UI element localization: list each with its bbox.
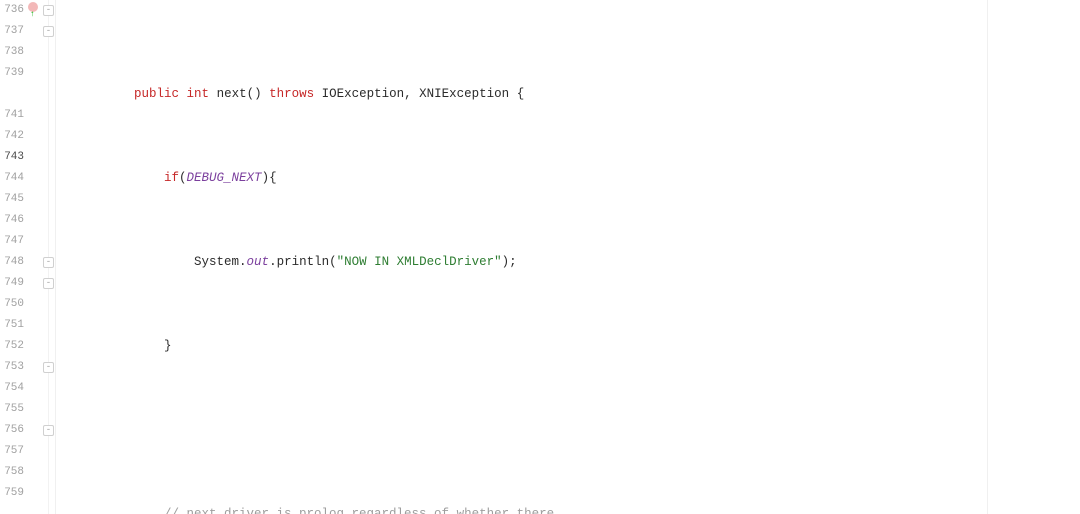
line-number[interactable]: 736 [0,0,24,21]
line-number[interactable]: 749 [0,273,24,294]
code-line[interactable]: if(DEBUG_NEXT){ [56,168,1080,189]
line-number-current[interactable]: 743 [0,147,24,168]
keyword: throws [269,87,314,101]
line-number[interactable]: 758 [0,462,24,483]
method-call: .println( [269,255,337,269]
line-number[interactable]: 747 [0,231,24,252]
type-name: XNIException [419,87,509,101]
keyword: int [187,87,210,101]
comment: // next driver is prolog regardless of w… [164,507,554,514]
line-number[interactable]: 755 [0,399,24,420]
run-marker-icon: ↑ [30,4,35,25]
paren: ); [502,255,517,269]
line-number[interactable]: 745 [0,189,24,210]
keyword: public [134,87,179,101]
paren: ( [179,171,187,185]
field: out [247,255,270,269]
code-line[interactable]: System.out.println("NOW IN XMLDeclDriver… [56,252,1080,273]
keyword: if [164,171,179,185]
line-number[interactable]: 750 [0,294,24,315]
constant: DEBUG_NEXT [187,171,262,185]
line-number[interactable]: 742 [0,126,24,147]
line-number[interactable]: 737 [0,21,24,42]
fold-toggle-icon[interactable]: - [43,362,54,373]
fold-toggle-icon[interactable]: - [43,257,54,268]
fold-toggle-icon[interactable]: - [43,425,54,436]
line-number[interactable]: 741 [0,105,24,126]
class-ref: System. [194,255,247,269]
fold-gutter[interactable]: - - - - - - [42,0,56,514]
line-number[interactable]: 748 [0,252,24,273]
line-number[interactable]: 754 [0,378,24,399]
method-name: next [217,87,247,101]
fold-toggle-icon[interactable]: - [43,278,54,289]
fold-toggle-icon[interactable]: - [43,5,54,16]
fold-toggle-icon[interactable]: - [43,26,54,37]
code-line[interactable]: } [56,336,1080,357]
line-number[interactable]: 751 [0,315,24,336]
string-literal: "NOW IN XMLDeclDriver" [337,255,502,269]
marker-gutter[interactable]: ↑ [28,0,42,514]
code-line[interactable] [56,420,1080,441]
line-number[interactable]: 752 [0,336,24,357]
line-number[interactable]: 759 [0,483,24,504]
type-name: IOException [322,87,405,101]
line-number[interactable]: 753 [0,357,24,378]
line-number[interactable]: 738 [0,42,24,63]
code-line[interactable]: public int next() throws IOException, XN… [56,84,1080,105]
line-number[interactable]: 744 [0,168,24,189]
paren: ){ [262,171,277,185]
line-number[interactable]: 756 [0,420,24,441]
code-area[interactable]: public int next() throws IOException, XN… [56,0,1080,514]
line-number[interactable]: 746 [0,210,24,231]
code-editor[interactable]: 736 737 738 739 741 742 743 744 745 746 … [0,0,1080,514]
brace: { [517,87,525,101]
code-line[interactable]: // next driver is prolog regardless of w… [56,504,1080,514]
brace: } [164,339,172,353]
line-number-gutter[interactable]: 736 737 738 739 741 742 743 744 745 746 … [0,0,28,514]
line-number[interactable] [0,84,24,105]
line-number[interactable]: 757 [0,441,24,462]
line-number[interactable]: 739 [0,63,24,84]
